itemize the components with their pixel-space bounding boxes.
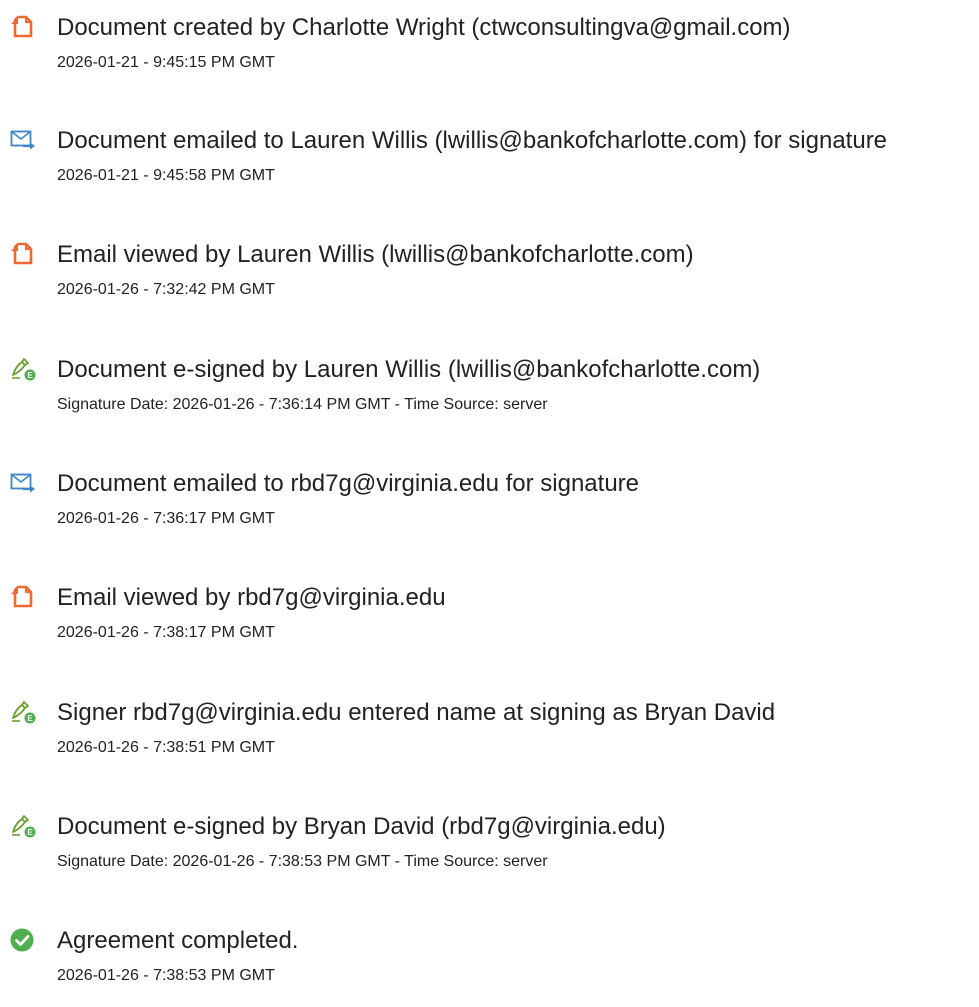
audit-event-signer-name-entered: E Signer rbd7g@virginia.edu entered name… (0, 699, 979, 779)
audit-event-agreement-completed: Agreement completed. 2026-01-26 - 7:38:5… (0, 927, 979, 1007)
audit-event-email-viewed: Email viewed by Lauren Willis (lwillis@b… (0, 241, 979, 321)
svg-text:E: E (27, 828, 33, 837)
event-timestamp: 2026-01-26 - 7:32:42 PM GMT (57, 281, 275, 298)
audit-event-document-emailed: Document emailed to Lauren Willis (lwill… (0, 127, 979, 207)
event-timestamp: 2026-01-21 - 9:45:15 PM GMT (57, 54, 275, 71)
esign-icon: E (10, 356, 36, 382)
event-timestamp: 2026-01-21 - 9:45:58 PM GMT (57, 167, 275, 184)
event-title: Signer rbd7g@virginia.edu entered name a… (57, 699, 776, 726)
esign-icon: E (10, 813, 36, 839)
audit-event-document-esigned: E Document e-signed by Lauren Willis (lw… (0, 356, 979, 436)
svg-text:E: E (27, 371, 33, 380)
event-title: Document created by Charlotte Wright (ct… (57, 14, 791, 41)
event-timestamp: 2026-01-26 - 7:36:17 PM GMT (57, 510, 275, 527)
email-icon (10, 127, 36, 153)
event-title: Agreement completed. (57, 927, 299, 954)
event-signature-date: Signature Date: 2026-01-26 - 7:38:53 PM … (57, 853, 548, 870)
event-title: Document e-signed by Lauren Willis (lwil… (57, 356, 761, 383)
esign-icon: E (10, 699, 36, 725)
svg-text:E: E (27, 714, 33, 723)
audit-event-document-esigned: E Document e-signed by Bryan David (rbd7… (0, 813, 979, 893)
event-timestamp: 2026-01-26 - 7:38:53 PM GMT (57, 967, 275, 984)
document-icon (10, 14, 36, 40)
audit-event-document-emailed: Document emailed to rbd7g@virginia.edu f… (0, 470, 979, 550)
document-icon (10, 584, 36, 610)
event-title: Email viewed by Lauren Willis (lwillis@b… (57, 241, 694, 268)
audit-event-email-viewed: Email viewed by rbd7g@virginia.edu 2026-… (0, 584, 979, 664)
check-circle-icon (10, 927, 36, 953)
event-title: Document emailed to rbd7g@virginia.edu f… (57, 470, 640, 497)
event-timestamp: 2026-01-26 - 7:38:51 PM GMT (57, 739, 275, 756)
event-timestamp: 2026-01-26 - 7:38:17 PM GMT (57, 624, 275, 641)
event-signature-date: Signature Date: 2026-01-26 - 7:36:14 PM … (57, 396, 548, 413)
audit-event-document-created: Document created by Charlotte Wright (ct… (0, 14, 979, 94)
event-title: Document e-signed by Bryan David (rbd7g@… (57, 813, 666, 840)
event-title: Email viewed by rbd7g@virginia.edu (57, 584, 446, 611)
email-icon (10, 470, 36, 496)
event-title: Document emailed to Lauren Willis (lwill… (57, 127, 888, 154)
document-icon (10, 241, 36, 267)
